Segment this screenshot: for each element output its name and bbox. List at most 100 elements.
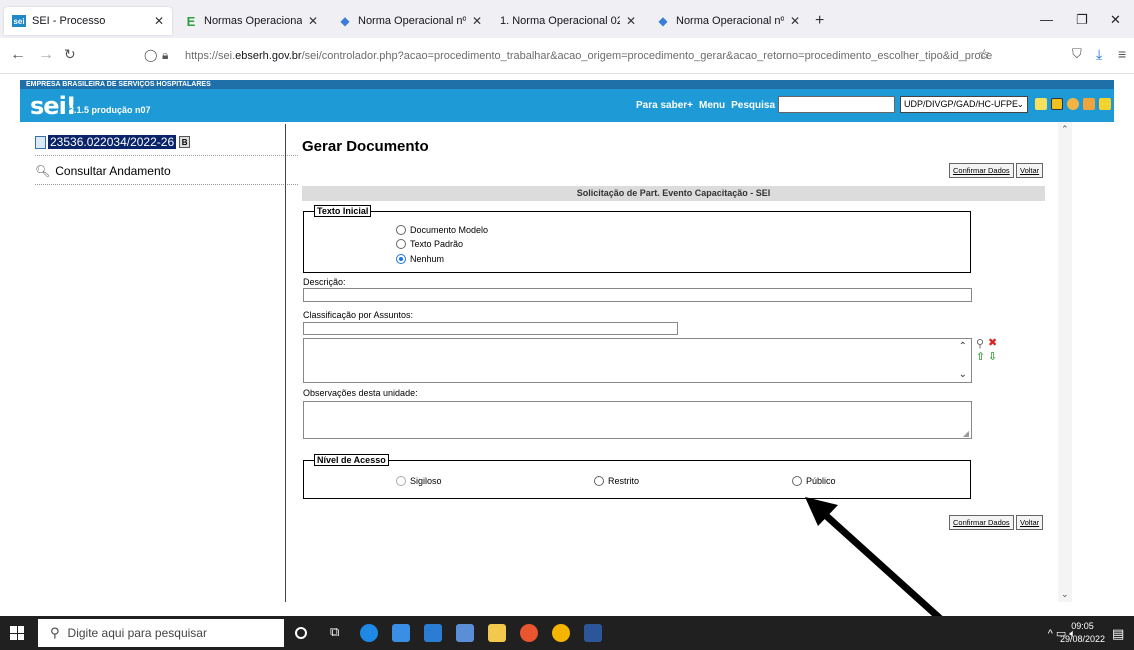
move-up-icon[interactable]: ⇧: [976, 350, 985, 363]
search-icon: ⚲: [50, 625, 60, 640]
radio-circle[interactable]: [792, 476, 802, 486]
close-tab-icon[interactable]: ✕: [472, 14, 482, 28]
pocket-icon[interactable]: ⛉: [1072, 46, 1082, 62]
diamond-favicon-icon: ◆: [658, 14, 668, 28]
close-window-icon[interactable]: ✕: [1110, 12, 1121, 28]
radio-circle[interactable]: [396, 225, 406, 235]
back-arrow-icon[interactable]: ←: [10, 46, 26, 64]
radio-label: Documento Modelo: [410, 225, 489, 235]
sei-version: 3.1.5 produção n07: [69, 105, 151, 115]
main-scrollbar[interactable]: ⌃ ⌄: [1058, 122, 1072, 602]
divider: [35, 184, 298, 185]
tab-sei-processo[interactable]: sei SEI - Processo ✕: [4, 7, 172, 35]
tab-label: 1. Norma Operacional 02_2014 - I: [500, 15, 620, 27]
tab-norma-operacional-2[interactable]: ◆ Norma Operacional nº 02/2014 ✕: [648, 7, 808, 35]
consult-andamento-link[interactable]: 🔍︎ Consultar Andamento: [35, 164, 171, 178]
classification-list[interactable]: ⌃ ⌄: [303, 338, 972, 383]
menu-icon[interactable]: ≡: [1118, 46, 1126, 62]
word-icon[interactable]: [584, 624, 602, 642]
radio-restrito[interactable]: Restrito: [594, 476, 639, 486]
user-icon[interactable]: [1067, 98, 1079, 110]
radio-documento-modelo[interactable]: Documento Modelo: [396, 225, 488, 235]
link-menu[interactable]: Menu: [699, 100, 725, 111]
tab-label: Norma Operacional nº 02/2014: [358, 15, 466, 27]
lock-icon[interactable]: 🔒︎: [162, 48, 168, 63]
edge-icon[interactable]: [360, 624, 378, 642]
tab-norma-operacional-pdf[interactable]: 1. Norma Operacional 02_2014 - I ✕: [492, 7, 644, 35]
back-button-bottom[interactable]: Voltar: [1016, 515, 1044, 530]
taskbar-search-box[interactable]: ⚲ Digite aqui para pesquisar: [38, 619, 284, 647]
minimize-icon[interactable]: —: [1040, 12, 1053, 27]
download-icon[interactable]: ⤓: [1096, 46, 1102, 63]
mail-icon[interactable]: [424, 624, 442, 642]
windows-start-icon[interactable]: [10, 626, 24, 640]
tab-norma-operacional-1[interactable]: ◆ Norma Operacional nº 02/2014 ✕: [330, 7, 490, 35]
classification-search-input[interactable]: [303, 322, 678, 335]
firefox-icon[interactable]: [520, 624, 538, 642]
close-tab-icon[interactable]: ✕: [790, 14, 800, 28]
scroll-up-icon[interactable]: ⌃: [959, 341, 967, 352]
exit-icon[interactable]: [1099, 98, 1111, 110]
search-icon[interactable]: ⚲: [976, 337, 984, 350]
close-tab-icon[interactable]: ✕: [308, 14, 318, 28]
close-tab-icon[interactable]: ✕: [626, 14, 636, 28]
restore-icon[interactable]: ❐: [1076, 12, 1088, 28]
move-down-icon[interactable]: ⇩: [988, 350, 997, 363]
header-links: Para saber+ Menu Pesquisa: [636, 100, 775, 111]
unit-select[interactable]: UDP/DIVGP/GAD/HC-UFPE ⌄: [900, 96, 1028, 113]
classification-label: Classificação por Assuntos:: [303, 310, 414, 320]
url-bar[interactable]: https://sei. ebserh.gov.br/sei/controlado…: [185, 44, 995, 68]
radio-nenhum[interactable]: Nenhum: [396, 254, 444, 264]
radio-publico[interactable]: Público: [792, 476, 836, 486]
scroll-up-icon[interactable]: ⌃: [1061, 124, 1069, 135]
description-label: Descrição:: [303, 277, 346, 287]
radio-circle[interactable]: [594, 476, 604, 486]
taskbar-clock[interactable]: 09:05 29/08/2022: [1060, 620, 1105, 646]
task-view-icon[interactable]: ⧉: [330, 624, 348, 642]
forward-arrow-icon[interactable]: →: [38, 46, 54, 64]
close-tab-icon[interactable]: ✕: [154, 14, 164, 28]
radio-circle[interactable]: [396, 239, 406, 249]
tools-icon[interactable]: [1083, 98, 1095, 110]
scroll-down-icon[interactable]: ⌄: [959, 369, 967, 380]
link-para-saber[interactable]: Para saber+: [636, 100, 693, 111]
cortana-icon[interactable]: [295, 627, 307, 639]
back-button-top[interactable]: Voltar: [1016, 163, 1044, 178]
list-icon[interactable]: [1035, 98, 1047, 110]
e-favicon-icon: E: [186, 13, 196, 29]
tab-normas-operacionais[interactable]: E Normas Operacionais DGP - Inti ✕: [176, 7, 326, 35]
link-pesquisa[interactable]: Pesquisa: [731, 100, 775, 111]
remove-icon[interactable]: ✖: [988, 336, 997, 349]
scroll-down-icon[interactable]: ⌄: [1061, 589, 1069, 600]
header-search-input[interactable]: [778, 96, 895, 113]
confirm-data-button-bottom[interactable]: Confirmar Dados: [949, 515, 1014, 530]
resize-handle-icon[interactable]: ◢: [963, 429, 969, 438]
process-badge-icon[interactable]: B: [179, 136, 191, 148]
observations-textarea[interactable]: ◢: [303, 401, 972, 439]
chrome-icon[interactable]: [552, 624, 570, 642]
process-number-link[interactable]: 23536.022034/2022-26: [48, 135, 177, 149]
new-tab-icon[interactable]: +: [815, 12, 824, 30]
org-banner: EMPRESA BRASILEIRA DE SERVIÇOS HOSPITALA…: [20, 80, 1114, 89]
radio-circle[interactable]: [396, 254, 406, 264]
calculator-icon[interactable]: [456, 624, 474, 642]
radio-sigiloso[interactable]: Sigiloso: [396, 476, 442, 486]
diamond-favicon-icon: ◆: [340, 14, 350, 28]
notification-icon[interactable]: ▤: [1112, 626, 1124, 642]
notes-icon[interactable]: [1051, 98, 1063, 110]
store-icon[interactable]: [392, 624, 410, 642]
url-path: /sei/controlador.php?acao=procedimento_t…: [301, 50, 993, 62]
radio-circle[interactable]: [396, 476, 406, 486]
bookmark-star-icon[interactable]: ☆: [978, 46, 991, 63]
shield-icon[interactable]: ◯: [144, 48, 157, 62]
radio-label: Público: [806, 476, 836, 486]
tab-label: Normas Operacionais DGP - Inti: [204, 15, 302, 27]
process-tree-root[interactable]: 23536.022034/2022-26 B: [35, 135, 191, 149]
radio-texto-padrao[interactable]: Texto Padrão: [396, 239, 463, 249]
file-explorer-icon[interactable]: [488, 624, 506, 642]
confirm-data-button-top[interactable]: Confirmar Dados: [949, 163, 1014, 178]
sei-header: sei! 3.1.5 produção n07 Para saber+ Menu…: [20, 89, 1114, 122]
description-input[interactable]: [303, 288, 972, 302]
reload-icon[interactable]: ↻: [64, 46, 76, 63]
windows-taskbar: ⚲ Digite aqui para pesquisar ⧉ ^ ▭ 🔈︎ 09…: [0, 616, 1134, 650]
